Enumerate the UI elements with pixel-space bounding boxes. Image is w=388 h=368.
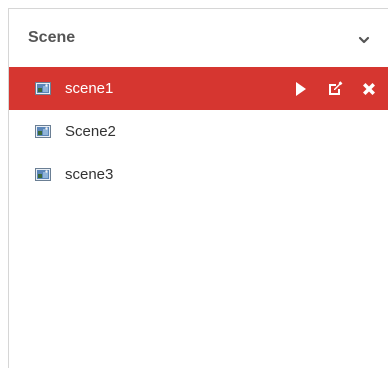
scene-label: scene1 <box>65 80 114 97</box>
delete-button[interactable] <box>360 80 378 98</box>
play-icon <box>296 81 306 96</box>
scene-item-scene2[interactable]: Scene2 <box>9 110 388 153</box>
scene-image-icon <box>35 125 51 138</box>
edit-icon <box>329 80 343 95</box>
scene-label: scene3 <box>65 166 114 183</box>
scene-item-scene3[interactable]: scene3 <box>9 153 388 196</box>
scene-item-scene1[interactable]: scene1 <box>9 67 388 110</box>
panel-header: Scene <box>9 9 388 67</box>
close-icon <box>363 82 375 95</box>
scene-image-icon <box>35 168 51 181</box>
scene-list: scene1 Scene2 scene3 <box>9 67 388 196</box>
chevron-down-icon[interactable] <box>358 36 370 44</box>
edit-button[interactable] <box>326 80 344 98</box>
scene-label: Scene2 <box>65 123 116 140</box>
scene-image-icon <box>35 82 51 95</box>
play-button[interactable] <box>292 80 310 98</box>
scene-panel: Scene scene1 Scene2 scene3 <box>8 8 388 368</box>
panel-title: Scene <box>28 29 76 46</box>
scene-actions <box>276 67 378 110</box>
